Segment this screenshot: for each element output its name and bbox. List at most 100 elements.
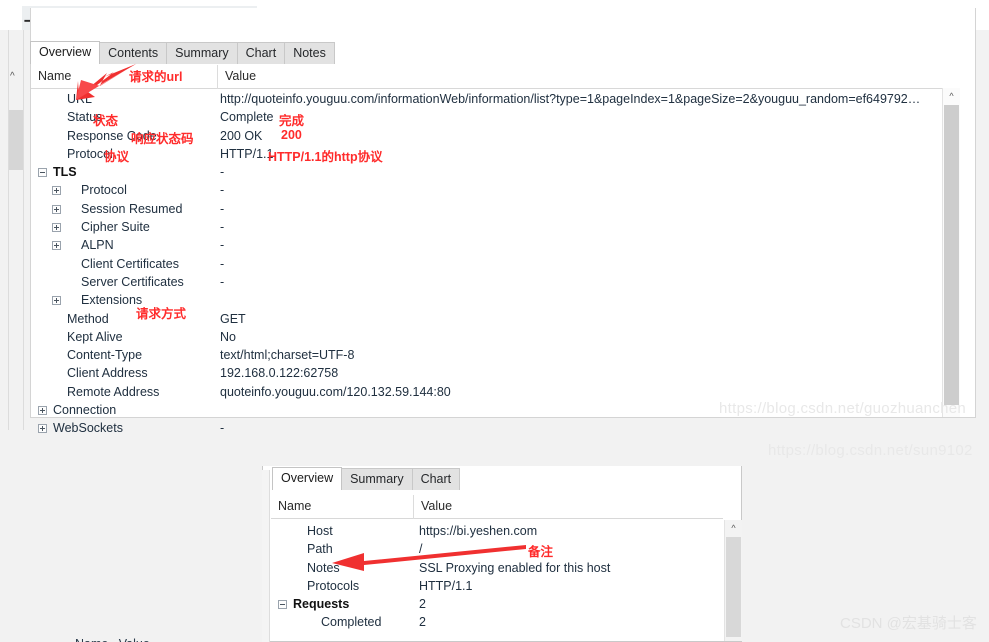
expand-icon[interactable] (52, 223, 61, 233)
table-row[interactable]: URLhttp://quoteinfo.youguu.com/informati… (31, 91, 941, 109)
tab-chart-top[interactable]: Chart (236, 42, 286, 64)
column-divider-bottom[interactable] (413, 495, 414, 519)
table-row[interactable]: Server Certificates - (31, 274, 941, 292)
row-name: Extensions (81, 293, 143, 308)
table-row[interactable]: Host https://bi.yeshen.com (271, 523, 711, 541)
row-value: - (220, 238, 225, 253)
collapse-icon[interactable] (278, 600, 287, 610)
expand-icon[interactable] (52, 296, 61, 306)
top-panel-scrollbar[interactable]: ^ (942, 88, 960, 417)
row-value: Complete (220, 110, 274, 125)
row-name: ALPN (81, 238, 114, 253)
table-row[interactable]: Kept Alive No (31, 329, 941, 347)
row-name: Remote Address (67, 384, 160, 399)
annotation-notes-callout: 备注 (528, 545, 554, 559)
annotation-protocol: 协议 (104, 150, 130, 164)
row-name: Requests (293, 597, 350, 612)
row-value: 192.168.0.122:62758 (220, 366, 339, 381)
row-value: HTTP/1.1 (419, 578, 473, 593)
column-divider-top[interactable] (217, 65, 218, 89)
tab-overview-bottom[interactable]: Overview (272, 467, 343, 490)
row-name: Protocol (81, 183, 127, 198)
expand-icon[interactable] (52, 241, 61, 251)
expand-icon[interactable] (52, 204, 61, 214)
row-value: HTTP/1.1 (220, 146, 274, 161)
row-value: GET (220, 311, 246, 326)
row-name: Kept Alive (67, 329, 123, 344)
annotation-response-code-value: 200 (281, 128, 302, 142)
row-value: - (220, 256, 225, 271)
row-value: http://quoteinfo.youguu.com/informationW… (220, 92, 921, 106)
annotation-status-value: 完成 (279, 114, 305, 128)
clipped-bottom-text: Name Value (75, 637, 195, 642)
annotation-response-code: 响应状态码 (131, 132, 194, 146)
column-header-value-bottom[interactable]: Value (421, 499, 452, 513)
chevron-up-icon-left: ^ (10, 71, 15, 82)
column-header-value-top[interactable]: Value (225, 69, 256, 83)
column-header-name-top[interactable]: Name (38, 69, 71, 83)
table-row[interactable]: Client Certificates - (31, 256, 941, 274)
row-value: 200 OK (220, 128, 263, 143)
red-arrow-notes-icon (332, 545, 526, 571)
top-panel-left-splitter[interactable] (8, 30, 24, 430)
row-value: - (220, 201, 225, 216)
row-name: Content-Type (67, 348, 143, 363)
expand-icon[interactable] (52, 186, 61, 196)
table-row[interactable]: Protocol HTTP/1.1 (31, 146, 941, 164)
row-value: - (220, 165, 225, 180)
expand-icon[interactable] (38, 406, 47, 416)
table-row[interactable]: Session Resumed - (31, 201, 941, 219)
tab-chart-bottom[interactable]: Chart (411, 468, 461, 490)
row-name: Path (307, 542, 333, 557)
table-row[interactable]: TLS - (31, 164, 941, 182)
table-row[interactable]: Content-Type text/html;charset=UTF-8 (31, 347, 941, 365)
table-row[interactable]: Requests 2 (271, 596, 711, 614)
chevron-up-icon-bottom-scroll[interactable]: ^ (725, 520, 742, 536)
row-value: text/html;charset=UTF-8 (220, 348, 355, 363)
watermark-csdn-corner: CSDN @宏基骑士客 (840, 615, 977, 632)
tab-overview-top[interactable]: Overview (30, 41, 101, 64)
row-value: quoteinfo.youguu.com/120.132.59.144:80 (220, 384, 451, 399)
top-panel-left-scroll-thumb[interactable] (9, 110, 23, 170)
table-row[interactable]: Protocols HTTP/1.1 (271, 578, 711, 596)
row-name: Client Address (67, 366, 148, 381)
row-value: 2 (419, 615, 426, 630)
tab-notes-top[interactable]: Notes (284, 42, 335, 64)
top-panel-tabbar: Overview Contents Summary Chart Notes (30, 41, 335, 64)
red-arrow-url-icon (76, 63, 137, 100)
table-row[interactable]: Cipher Suite - (31, 219, 941, 237)
chevron-up-icon-top-scroll[interactable]: ^ (943, 88, 960, 104)
bottom-panel-scroll-thumb[interactable] (726, 537, 741, 637)
bottom-panel-left-splitter[interactable] (262, 470, 270, 642)
row-name: Cipher Suite (81, 220, 150, 235)
bottom-panel-scrollbar[interactable]: ^ (724, 520, 742, 641)
row-name: Host (307, 524, 333, 538)
row-value: - (220, 421, 225, 436)
row-name: Protocols (307, 578, 360, 593)
row-value: - (220, 274, 225, 289)
row-name: Completed (321, 615, 382, 630)
tab-summary-bottom[interactable]: Summary (341, 468, 413, 490)
table-row[interactable]: Status Complete (31, 109, 941, 127)
table-row[interactable]: Protocol - (31, 182, 941, 200)
row-name: Server Certificates (81, 274, 184, 289)
annotation-status: 状态 (93, 114, 119, 128)
bottom-table-rows: Host https://bi.yeshen.com Path / Notes SSL P… (271, 523, 711, 633)
table-row[interactable]: WebSockets - (31, 420, 941, 438)
tab-summary-top[interactable]: Summary (166, 42, 238, 64)
expand-icon[interactable] (38, 424, 47, 434)
table-row[interactable]: ALPN - (31, 237, 941, 255)
bottom-table-header: Name Value (271, 495, 723, 519)
annotation-method: 请求方式 (136, 307, 187, 321)
top-panel-scroll-thumb[interactable] (944, 105, 959, 405)
table-row[interactable]: Client Address 192.168.0.122:62758 (31, 365, 941, 383)
column-header-name-bottom[interactable]: Name (278, 499, 311, 513)
row-name: WebSockets (53, 421, 123, 436)
watermark-top: https://blog.csdn.net/guozhuanchen (719, 400, 967, 417)
row-value: No (220, 329, 236, 344)
table-row[interactable]: Completed 2 (271, 614, 711, 632)
row-name: Method (67, 311, 109, 326)
collapse-icon[interactable] (38, 168, 47, 178)
annotation-protocol-value: HTTP/1.1的http协议 (268, 150, 383, 164)
screenshot-root: 一、overview（概述）参数解释 ^ Overview Contents S… (0, 0, 989, 642)
